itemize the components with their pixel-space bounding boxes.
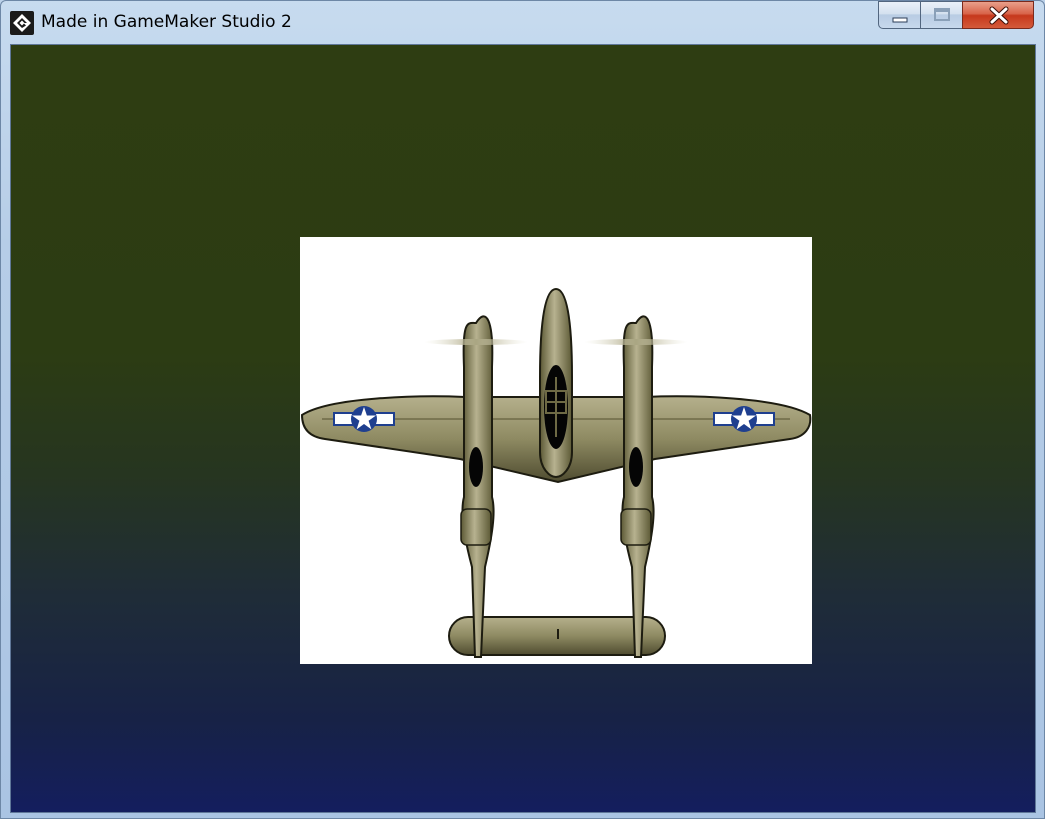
left-boom <box>460 315 495 658</box>
minimize-button[interactable] <box>878 1 921 29</box>
close-button[interactable] <box>962 1 1034 29</box>
gamemaker-icon <box>10 11 34 35</box>
right-propeller <box>584 339 688 345</box>
right-boom <box>620 315 655 658</box>
app-window: Made in GameMaker Studio 2 <box>0 0 1045 819</box>
maximize-icon <box>934 8 950 21</box>
close-icon <box>989 6 1009 25</box>
window-title: Made in GameMaker Studio 2 <box>41 12 292 32</box>
game-canvas[interactable] <box>10 44 1036 813</box>
plane-sprite <box>300 237 812 664</box>
maximize-button[interactable] <box>920 1 963 29</box>
left-propeller <box>424 339 528 345</box>
minimize-icon <box>892 17 908 23</box>
fuselage <box>539 287 573 479</box>
title-bar[interactable]: Made in GameMaker Studio 2 <box>1 1 1044 43</box>
